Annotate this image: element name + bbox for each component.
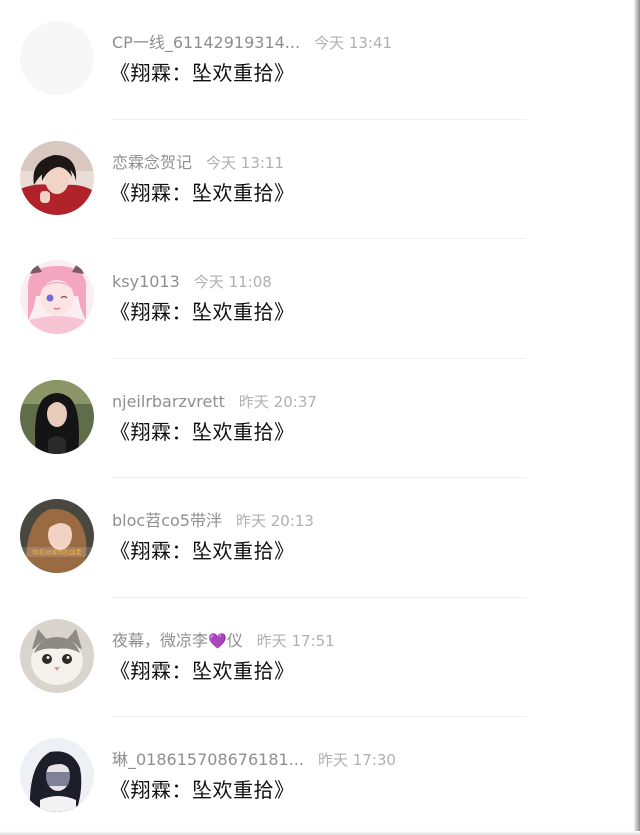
list-item[interactable]: ksy1013 今天 11:08 《翔霖：坠欢重拾》 — [0, 239, 632, 359]
comment-meta: bloc苕co5带泮 昨天 20:13 — [112, 510, 314, 532]
username[interactable]: CP一线_61142919314... — [112, 33, 300, 52]
purple-heart-icon: 💜 — [208, 631, 227, 650]
comment-meta: ksy1013 今天 11:08 — [112, 271, 272, 293]
comment-text: 《翔霖：坠欢重拾》 — [110, 419, 295, 444]
list-item[interactable]: 夜幕，微凉李💜仪 昨天 17:51 《翔霖：坠欢重拾》 — [0, 598, 632, 717]
comment-meta: 恋霖念贺记 今天 13:11 — [112, 152, 284, 174]
avatar[interactable] — [20, 379, 94, 454]
username[interactable]: ksy1013 — [112, 272, 180, 291]
comment-list: CP一线_61142919314... 今天 13:41 《翔霖：坠欢重拾》 恋霖 — [0, 0, 632, 835]
comment-text: 《翔霖：坠欢重拾》 — [110, 778, 295, 802]
avatar[interactable] — [20, 738, 94, 812]
username[interactable]: 夜幕，微凉李💜仪 — [112, 631, 243, 650]
masked-girl-avatar — [20, 738, 94, 812]
list-item[interactable]: 恋霖念贺记 今天 13:11 《翔霖：坠欢重拾》 — [0, 120, 632, 239]
timestamp: 昨天 20:13 — [235, 512, 314, 530]
username[interactable]: 琳_018615708676181... — [112, 750, 304, 769]
comment-list-page: CP一线_61142919314... 今天 13:41 《翔霖：坠欢重拾》 恋霖 — [0, 0, 640, 835]
comment-text: 《翔霖：坠欢重拾》 — [110, 61, 295, 85]
comment-meta: 琳_018615708676181... 昨天 17:30 — [112, 749, 396, 771]
timestamp: 昨天 17:30 — [317, 751, 396, 769]
username[interactable]: 恋霖念贺记 — [112, 153, 192, 172]
list-item[interactable]: 你若对城市的温柔 bloc苕co5带泮 昨天 20:13 《翔霖：坠欢重拾》 — [0, 478, 632, 598]
avatar[interactable] — [20, 260, 94, 334]
comment-text: 《翔霖：坠欢重拾》 — [110, 180, 295, 205]
comment-text: 《翔霖：坠欢重拾》 — [110, 300, 295, 324]
avatar-caption: 你若对城市的温柔 — [32, 549, 82, 557]
timestamp: 今天 13:11 — [206, 153, 285, 172]
list-item[interactable]: njeilrbarzvrett 昨天 20:37 《翔霖：坠欢重拾》 — [0, 359, 632, 478]
timestamp: 今天 11:08 — [193, 273, 272, 291]
username-prefix: 夜幕，微凉李 — [112, 630, 209, 650]
girl-in-red-avatar — [20, 140, 94, 215]
username[interactable]: njeilrbarzvrett — [112, 392, 225, 411]
avatar[interactable] — [20, 618, 94, 693]
timestamp: 今天 13:41 — [314, 34, 393, 52]
avatar[interactable] — [20, 140, 94, 215]
comment-text: 《翔霖：坠欢重拾》 — [110, 658, 295, 683]
bottom-edge — [0, 831, 640, 835]
cat-avatar — [20, 618, 94, 693]
username-suffix: 仪 — [226, 630, 243, 650]
timestamp: 昨天 20:37 — [238, 392, 317, 411]
brown-hair-girl-avatar: 你若对城市的温柔 — [20, 499, 94, 573]
pink-anime-girl-avatar — [20, 260, 94, 334]
avatar[interactable]: 你若对城市的温柔 — [20, 499, 94, 573]
list-item[interactable]: CP一线_61142919314... 今天 13:41 《翔霖：坠欢重拾》 — [0, 0, 632, 120]
comment-meta: CP一线_61142919314... 今天 13:41 — [112, 32, 392, 54]
avatar[interactable] — [20, 21, 94, 95]
dark-hair-girl-avatar — [20, 379, 94, 454]
scroll-edge-shadow — [634, 0, 640, 835]
username[interactable]: bloc苕co5带泮 — [112, 511, 222, 530]
list-item[interactable]: 琳_018615708676181... 昨天 17:30 《翔霖：坠欢重拾》 — [0, 717, 632, 835]
timestamp: 昨天 17:51 — [256, 631, 335, 650]
blank-avatar-icon — [20, 21, 94, 95]
comment-meta: njeilrbarzvrett 昨天 20:37 — [112, 391, 317, 413]
comment-text: 《翔霖：坠欢重拾》 — [110, 539, 295, 563]
comment-meta: 夜幕，微凉李💜仪 昨天 17:51 — [112, 630, 335, 652]
